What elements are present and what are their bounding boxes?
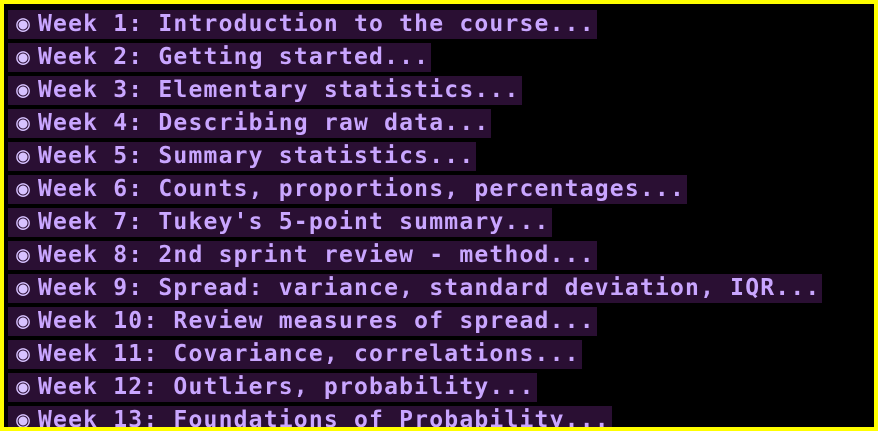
outline-frame: ◉ Week 1: Introduction to the course... ◉…	[0, 0, 878, 431]
fisheye-bullet-icon[interactable]: ◉	[8, 175, 38, 204]
fisheye-bullet-icon[interactable]: ◉	[8, 76, 38, 105]
fisheye-bullet-icon[interactable]: ◉	[8, 43, 38, 72]
outline-item-week-13[interactable]: ◉ Week 13: Foundations of Probability...	[8, 404, 822, 427]
row-highlight: ◉ Week 9: Spread: variance, standard devi…	[8, 274, 823, 303]
outline-item-week-5[interactable]: ◉ Week 5: Summary statistics...	[8, 140, 822, 173]
fisheye-bullet-icon[interactable]: ◉	[8, 373, 38, 402]
fisheye-bullet-icon[interactable]: ◉	[8, 109, 38, 138]
outline-item-heading[interactable]: Week 3: Elementary statistics...	[38, 76, 520, 105]
row-highlight: ◉ Week 4: Describing raw data...	[8, 109, 492, 138]
fisheye-bullet-icon[interactable]: ◉	[8, 208, 38, 237]
row-highlight: ◉ Week 11: Covariance, correlations...	[8, 340, 582, 369]
outline-item-week-6[interactable]: ◉ Week 6: Counts, proportions, percentage…	[8, 173, 822, 206]
outline-item-heading[interactable]: Week 6: Counts, proportions, percentages…	[38, 175, 685, 204]
row-highlight: ◉ Week 13: Foundations of Probability...	[8, 406, 612, 427]
fisheye-bullet-icon[interactable]: ◉	[8, 241, 38, 270]
row-highlight: ◉ Week 12: Outliers, probability...	[8, 373, 537, 402]
outline-item-week-8[interactable]: ◉ Week 8: 2nd sprint review - method...	[8, 239, 822, 272]
outline-item-week-7[interactable]: ◉ Week 7: Tukey's 5-point summary...	[8, 206, 822, 239]
row-highlight: ◉ Week 7: Tukey's 5-point summary...	[8, 208, 552, 237]
outline-item-week-10[interactable]: ◉ Week 10: Review measures of spread...	[8, 305, 822, 338]
outline-item-week-1[interactable]: ◉ Week 1: Introduction to the course...	[8, 8, 822, 41]
row-highlight: ◉ Week 1: Introduction to the course...	[8, 10, 597, 39]
outline-item-week-3[interactable]: ◉ Week 3: Elementary statistics...	[8, 74, 822, 107]
fisheye-bullet-icon[interactable]: ◉	[8, 10, 38, 39]
outline-item-heading[interactable]: Week 11: Covariance, correlations...	[38, 340, 580, 369]
outline-item-week-12[interactable]: ◉ Week 12: Outliers, probability...	[8, 371, 822, 404]
outline-item-heading[interactable]: Week 10: Review measures of spread...	[38, 307, 595, 336]
fisheye-bullet-icon[interactable]: ◉	[8, 142, 38, 171]
outline-item-heading[interactable]: Week 2: Getting started...	[38, 43, 429, 72]
row-highlight: ◉ Week 5: Summary statistics...	[8, 142, 477, 171]
outline-item-heading[interactable]: Week 9: Spread: variance, standard devia…	[38, 274, 820, 303]
row-highlight: ◉ Week 8: 2nd sprint review - method...	[8, 241, 597, 270]
outline-item-heading[interactable]: Week 5: Summary statistics...	[38, 142, 474, 171]
fisheye-bullet-icon[interactable]: ◉	[8, 406, 38, 427]
outline-item-heading[interactable]: Week 13: Foundations of Probability...	[38, 406, 610, 427]
row-highlight: ◉ Week 3: Elementary statistics...	[8, 76, 522, 105]
fisheye-bullet-icon[interactable]: ◉	[8, 340, 38, 369]
outline-item-week-4[interactable]: ◉ Week 4: Describing raw data...	[8, 107, 822, 140]
outline-item-heading[interactable]: Week 12: Outliers, probability...	[38, 373, 535, 402]
week-outline-list: ◉ Week 1: Introduction to the course... ◉…	[8, 8, 823, 427]
fisheye-bullet-icon[interactable]: ◉	[8, 274, 38, 303]
row-highlight: ◉ Week 6: Counts, proportions, percentage…	[8, 175, 688, 204]
outline-item-week-9[interactable]: ◉ Week 9: Spread: variance, standard devi…	[8, 272, 823, 305]
fisheye-bullet-icon[interactable]: ◉	[8, 307, 38, 336]
outline-item-heading[interactable]: Week 1: Introduction to the course...	[38, 10, 595, 39]
outline-item-heading[interactable]: Week 8: 2nd sprint review - method...	[38, 241, 595, 270]
row-highlight: ◉ Week 10: Review measures of spread...	[8, 307, 597, 336]
outline-item-heading[interactable]: Week 4: Describing raw data...	[38, 109, 489, 138]
outline-item-week-11[interactable]: ◉ Week 11: Covariance, correlations...	[8, 338, 822, 371]
row-highlight: ◉ Week 2: Getting started...	[8, 43, 432, 72]
outline-item-heading[interactable]: Week 7: Tukey's 5-point summary...	[38, 208, 550, 237]
outline-item-week-2[interactable]: ◉ Week 2: Getting started...	[8, 41, 822, 74]
